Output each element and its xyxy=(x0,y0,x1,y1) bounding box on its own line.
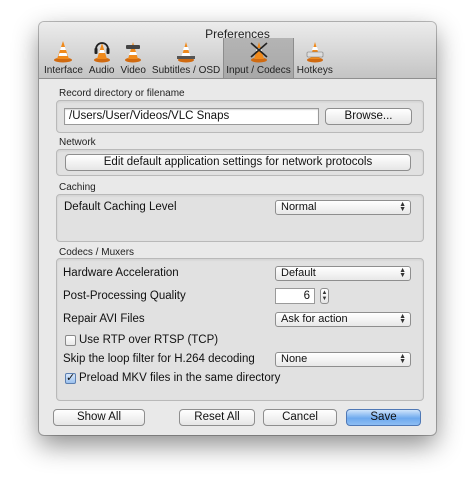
hotkeys-cone-icon xyxy=(306,42,324,63)
record-section-title: Record directory or filename xyxy=(59,88,185,99)
headphones-cone-icon xyxy=(93,42,110,63)
preferences-toolbar: Interface Audio Video Subtitles / OSD In… xyxy=(41,38,336,78)
codecs-cone-icon xyxy=(249,42,268,63)
tab-input-codecs[interactable]: Input / Codecs xyxy=(223,38,294,78)
tab-input-codecs-label: Input / Codecs xyxy=(226,65,291,76)
tab-hotkeys[interactable]: Hotkeys xyxy=(294,38,336,78)
codecs-box: Hardware Acceleration Default ▲ ▼ Post-Pr… xyxy=(56,258,424,401)
reset-all-button[interactable]: Reset All xyxy=(179,409,255,426)
pp-quality-field[interactable]: 6 xyxy=(275,288,315,304)
caching-level-popup[interactable]: Normal ▲ ▼ xyxy=(275,200,411,215)
network-section-title: Network xyxy=(59,137,96,148)
hw-accel-popup[interactable]: Default ▲ ▼ xyxy=(275,266,411,281)
hw-accel-label: Hardware Acceleration xyxy=(63,267,179,279)
hw-accel-value: Default xyxy=(281,267,316,279)
tab-subtitles-osd[interactable]: Subtitles / OSD xyxy=(149,38,223,78)
show-all-button[interactable]: Show All xyxy=(53,409,145,426)
skip-loop-value: None xyxy=(281,353,308,365)
tab-audio[interactable]: Audio xyxy=(86,38,118,78)
popup-arrows-icon: ▲ ▼ xyxy=(399,267,406,279)
popup-arrows-icon: ▲ ▼ xyxy=(399,201,406,213)
cancel-button[interactable]: Cancel xyxy=(263,409,337,426)
tab-hotkeys-label: Hotkeys xyxy=(296,65,333,76)
repair-avi-popup[interactable]: Ask for action ▲ ▼ xyxy=(275,312,411,327)
repair-avi-label: Repair AVI Files xyxy=(63,313,145,325)
title-bar: Preferences Interface Audio Video Subtit… xyxy=(39,22,436,79)
tab-subtitles-osd-label: Subtitles / OSD xyxy=(151,65,221,76)
caching-box: Default Caching Level Normal ▲ ▼ xyxy=(56,194,424,242)
rtp-label: Use RTP over RTSP (TCP) xyxy=(79,334,219,346)
tab-interface[interactable]: Interface xyxy=(41,38,86,78)
record-box: /Users/User/Videos/VLC Snaps Browse... xyxy=(56,100,424,133)
caching-level-value: Normal xyxy=(281,201,317,213)
tab-video[interactable]: Video xyxy=(118,38,149,78)
record-path-field[interactable]: /Users/User/Videos/VLC Snaps xyxy=(64,108,319,125)
video-cone-icon xyxy=(125,42,142,63)
codecs-section-title: Codecs / Muxers xyxy=(59,247,135,258)
rtp-checkbox[interactable] xyxy=(65,335,76,346)
subtitles-cone-icon xyxy=(177,42,196,63)
popup-arrows-icon: ▲ ▼ xyxy=(399,313,406,325)
tab-video-label: Video xyxy=(120,65,146,76)
pp-quality-label: Post-Processing Quality xyxy=(63,290,186,302)
tab-audio-label: Audio xyxy=(88,65,115,76)
popup-arrows-icon: ▲ ▼ xyxy=(399,353,406,365)
preferences-window: Preferences Interface Audio Video Subtit… xyxy=(39,22,436,435)
tab-interface-label: Interface xyxy=(44,65,83,76)
preload-mkv-checkbox[interactable]: ✓ xyxy=(65,373,76,384)
preload-mkv-label: Preload MKV files in the same directory xyxy=(79,372,281,384)
vlc-cone-icon xyxy=(54,41,73,63)
caching-section-title: Caching xyxy=(59,182,96,193)
network-box: Edit default application settings for ne… xyxy=(56,149,424,176)
browse-button[interactable]: Browse... xyxy=(325,108,412,125)
caching-level-label: Default Caching Level xyxy=(64,201,177,213)
checkmark-icon: ✓ xyxy=(66,372,76,384)
edit-network-settings-button[interactable]: Edit default application settings for ne… xyxy=(65,154,411,171)
skip-loop-label: Skip the loop filter for H.264 decoding xyxy=(63,353,255,365)
skip-loop-popup[interactable]: None ▲ ▼ xyxy=(275,352,411,367)
repair-avi-value: Ask for action xyxy=(281,313,348,325)
pp-quality-stepper[interactable]: ▲ ▼ xyxy=(320,288,329,304)
save-button[interactable]: Save xyxy=(346,409,421,426)
